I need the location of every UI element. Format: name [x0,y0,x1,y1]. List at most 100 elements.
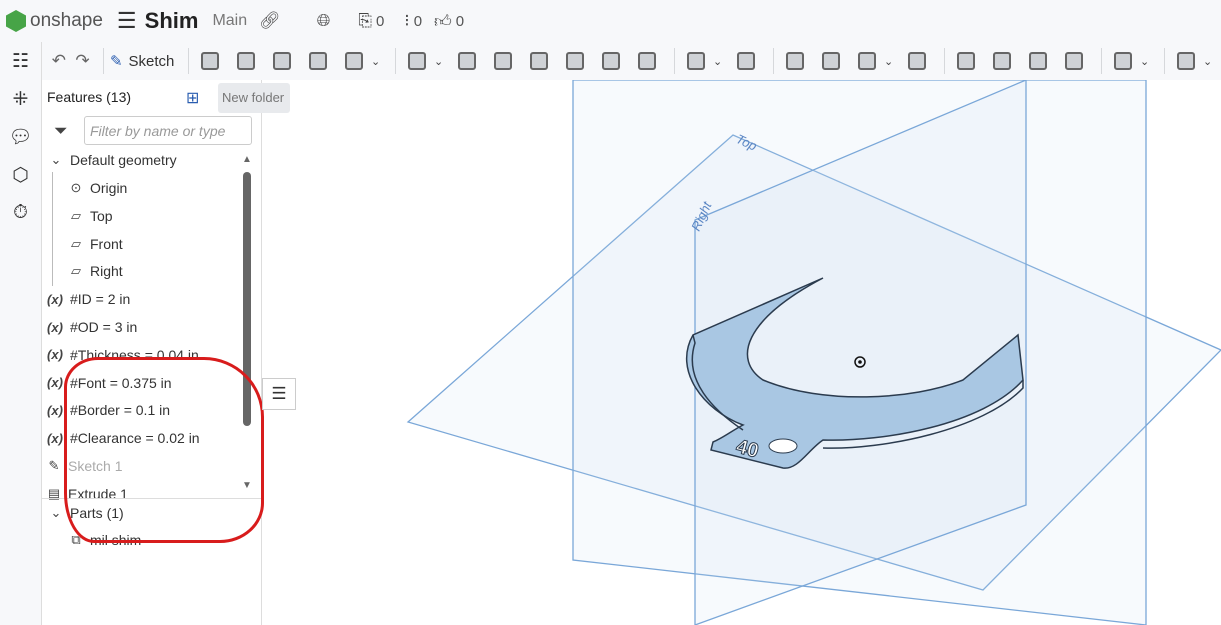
scroll-down-icon[interactable]: ▼ [242,480,252,491]
3d-viewport[interactable]: Top Right 40 [263,80,1221,625]
rib-icon[interactable] [524,47,554,75]
cylinder-tool-glyph [638,52,656,70]
new-folder-icon[interactable]: ⊞ [186,88,199,108]
revolve-icon[interactable] [231,47,261,75]
parts-header: Parts (1) [70,505,124,521]
part-label: mil shim [90,532,141,548]
variable-icon: (x) [44,347,66,362]
loft-glyph [309,52,327,70]
divider [1164,48,1165,74]
extrude-icon[interactable] [195,47,225,75]
hole-icon[interactable] [596,47,626,75]
parts-group[interactable]: ⌄Parts (1) [46,501,124,525]
link-icon[interactable]: 🔗︎ [259,11,281,31]
feature-item[interactable]: ▱Front [66,232,123,256]
chevron-down-icon[interactable]: ⌄ [434,55,448,68]
variable-item[interactable]: (x)#Border = 0.1 in [44,398,170,422]
origin-icon: ⊙ [66,180,86,196]
comments-count: 0 [414,13,422,30]
draft-icon[interactable] [488,47,518,75]
history-icon[interactable]: ⏱︎ [0,194,41,232]
fillet-icon[interactable] [402,47,432,75]
hole-glyph [602,52,620,70]
transform-glyph [858,52,876,70]
delete-part-glyph [908,52,926,70]
derived-icon[interactable] [1171,47,1201,75]
delete-face-glyph [993,52,1011,70]
mirror-icon[interactable] [731,47,761,75]
variable-item[interactable]: (x)#Font = 0.375 in [44,371,172,395]
revolve-glyph [237,52,255,70]
globe-icon[interactable]: 🌐︎ [317,11,331,31]
cylinder-tool-icon[interactable] [632,47,662,75]
hamburger-icon[interactable]: ☰ [117,8,137,34]
default-geometry-group[interactable]: ⌄Default geometry [46,148,177,172]
sweep-icon[interactable] [267,47,297,75]
variable-icon: (x) [44,431,66,446]
split-icon[interactable] [816,47,846,75]
transform-icon[interactable] [852,47,882,75]
mirror-glyph [737,52,755,70]
chevron-down-icon[interactable]: ⌄ [371,55,385,68]
parts-icon[interactable]: ⬡ [0,156,41,194]
feature-label: Right [90,263,123,279]
rib-glyph [530,52,548,70]
delete-part-icon[interactable] [902,47,932,75]
variable-icon: (x) [44,292,66,307]
pattern-icon[interactable] [681,47,711,75]
divider [42,498,262,499]
feature-label: #Font = 0.375 in [70,375,172,391]
sketch-button[interactable]: ✎Sketch [110,52,174,70]
modify-face-icon[interactable] [951,47,981,75]
branch-name[interactable]: Main [212,12,247,30]
scrollbar[interactable] [243,172,251,426]
thicken-icon[interactable] [339,47,369,75]
chamfer-glyph [458,52,476,70]
boolean-icon[interactable] [780,47,810,75]
like-icon[interactable]: 👍︎ [434,11,452,32]
filter-icon: ⏷ [54,121,68,141]
feature-item[interactable]: ▱Right [66,259,123,283]
chevron-down-icon[interactable]: ⌄ [884,55,898,68]
mate-connector-icon[interactable]: ⁜ [0,80,41,118]
plane-icon[interactable] [1108,47,1138,75]
chamfer-icon[interactable] [452,47,482,75]
chevron-down-icon[interactable]: ⌄ [1203,55,1217,68]
delete-face-icon[interactable] [987,47,1017,75]
left-sidebar: ☷ ⁜ 💬︎ ⬡ ⏱︎ [0,42,42,625]
loft-icon[interactable] [303,47,333,75]
feature-label: #OD = 3 in [70,319,137,335]
variable-item[interactable]: (x)#ID = 2 in [44,287,130,311]
shell-icon[interactable] [560,47,590,75]
boolean-glyph [786,52,804,70]
versions-count: 0 [376,13,384,30]
sweep-glyph [273,52,291,70]
chevron-down-icon[interactable]: ⌄ [1140,55,1154,68]
onshape-logo[interactable]: onshape [6,10,103,32]
scroll-up-icon[interactable]: ▲ [242,154,252,165]
likes-count: 0 [456,13,464,30]
chevron-down-icon[interactable]: ⌄ [713,55,727,68]
feature-list-icon[interactable]: ☷ [0,42,41,80]
versions-icon[interactable]: ⎘ [358,11,372,31]
comments-icon[interactable]: 💬︎ [0,118,41,156]
filter-input[interactable]: Filter by name or type [84,116,252,145]
replace-face-icon[interactable] [1059,47,1089,75]
undo-icon[interactable]: ↶ [50,47,68,75]
feature-item[interactable]: ✎Sketch 1 [44,454,122,478]
plane-glyph [1114,52,1132,70]
comments-icon[interactable]: ⁝ [404,11,409,31]
plane-icon: ▱ [66,263,86,279]
variable-item[interactable]: (x)#Clearance = 0.02 in [44,426,200,450]
variable-item[interactable]: (x)#OD = 3 in [44,315,137,339]
divider [1101,48,1102,74]
move-face-icon[interactable] [1023,47,1053,75]
document-title[interactable]: Shim [145,8,199,34]
feature-item[interactable]: ▱Top [66,204,113,228]
part-item[interactable]: ⧉mil shim [66,528,141,552]
variable-item[interactable]: (x)#Thickness = 0.04 in [44,343,199,367]
logo-icon [6,10,26,32]
features-title: Features (13) [47,89,131,105]
feature-item[interactable]: ⊙Origin [66,176,127,200]
redo-icon[interactable]: ↷ [74,47,92,75]
